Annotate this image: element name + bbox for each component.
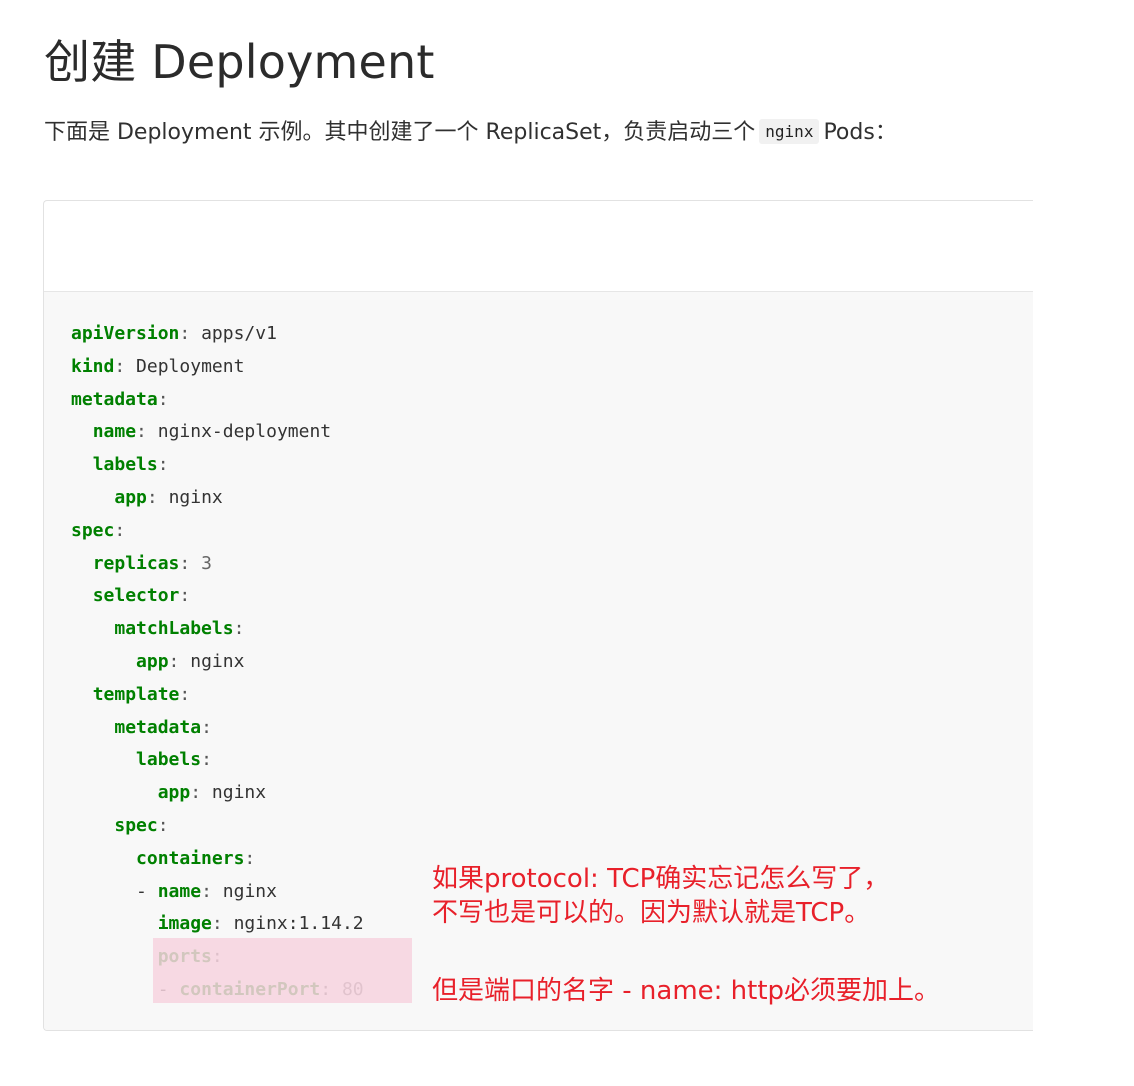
intro-text-before: 下面是 Deployment 示例。其中创建了一个 ReplicaSet，负责启…	[44, 120, 756, 145]
code-line: matchLabels:	[71, 613, 364, 646]
yaml-colon: :	[201, 749, 212, 771]
yaml-colon: :	[211, 913, 223, 935]
yaml-key: name	[92, 421, 137, 443]
code-line: kind: Deployment	[71, 351, 364, 384]
yaml-colon: :	[179, 683, 191, 705]
code-line: labels:	[71, 744, 364, 777]
yaml-key: labels	[92, 454, 158, 476]
yaml-key: labels	[136, 749, 202, 771]
code-line: containers:	[71, 843, 364, 876]
code-line: spec:	[71, 515, 364, 548]
code-line: template:	[71, 679, 364, 712]
annotation-line-3: 但是端口的名字 - name: http必须要加上。	[432, 976, 941, 1006]
yaml-key: app	[114, 486, 147, 508]
yaml-colon: :	[179, 552, 191, 574]
yaml-colon: :	[168, 650, 180, 672]
yaml-colon: :	[157, 814, 169, 836]
yaml-colon: :	[157, 454, 169, 476]
annotation-line-1: 如果protocol: TCP确实忘记怎么写了，	[432, 864, 890, 894]
yaml-key: apiVersion	[71, 323, 180, 344]
yaml-code: apiVersion: apps/v1 kind: Deployment metad…	[71, 318, 364, 1007]
yaml-key: app	[136, 650, 169, 672]
code-line: spec:	[71, 810, 364, 843]
yaml-key: name	[157, 880, 202, 902]
code-line: labels:	[71, 449, 364, 482]
yaml-colon: :	[114, 519, 126, 541]
code-line: metadata:	[71, 384, 364, 417]
yaml-value: nginx	[190, 650, 245, 672]
code-line: app: nginx	[71, 646, 364, 679]
yaml-value: apps/v1	[201, 323, 277, 344]
yaml-value: nginx	[222, 880, 277, 902]
yaml-key: metadata	[71, 388, 158, 410]
yaml-colon: :	[179, 585, 191, 607]
yaml-key: template	[92, 683, 180, 705]
yaml-colon: :	[201, 880, 212, 902]
yaml-list-dash: -	[136, 880, 158, 902]
yaml-colon: :	[146, 486, 158, 508]
inline-code-nginx: nginx	[759, 119, 820, 144]
yaml-key: selector	[92, 585, 180, 607]
annotation-line-2: 不写也是可以的。因为默认就是TCP。	[432, 898, 871, 928]
yaml-key: matchLabels	[114, 618, 234, 640]
intro-text-after: Pods：	[823, 120, 897, 145]
code-line: replicas: 3	[71, 548, 364, 581]
yaml-colon: :	[233, 618, 245, 640]
yaml-value: nginx	[168, 486, 223, 508]
code-line: app: nginx	[71, 777, 364, 810]
yaml-value: nginx	[211, 782, 267, 804]
yaml-key: metadata	[114, 716, 202, 738]
code-line: apiVersion: apps/v1	[71, 318, 364, 351]
yaml-key: image	[157, 913, 212, 935]
code-line: metadata:	[71, 712, 364, 745]
yaml-key: replicas	[92, 552, 180, 574]
code-line: app: nginx	[71, 482, 364, 515]
code-line: image: nginx:1.14.2	[71, 908, 364, 941]
code-line: - name: nginx	[71, 876, 364, 909]
yaml-key: containers	[136, 847, 245, 869]
intro-paragraph: 下面是 Deployment 示例。其中创建了一个 ReplicaSet，负责启…	[44, 116, 897, 149]
yaml-value: Deployment	[136, 355, 245, 377]
yaml-colon: :	[190, 782, 202, 804]
yaml-colon: :	[114, 355, 126, 377]
yaml-colon: :	[201, 716, 212, 738]
yaml-key: kind	[71, 355, 115, 377]
code-line: name: nginx-deployment	[71, 416, 364, 449]
yaml-value: nginx-deployment	[157, 421, 332, 443]
page-title: 创建 Deployment	[44, 35, 435, 89]
yaml-value: 3	[201, 552, 212, 574]
code-line: selector:	[71, 580, 364, 613]
yaml-colon: :	[157, 388, 169, 410]
yaml-colon: :	[244, 847, 256, 869]
yaml-colon: :	[136, 421, 147, 443]
yaml-colon: :	[179, 323, 191, 344]
yaml-key: spec	[71, 519, 115, 541]
yaml-key: app	[157, 782, 191, 804]
yaml-value: nginx:1.14.2	[233, 913, 364, 935]
ports-highlight	[153, 938, 412, 1003]
yaml-key: spec	[114, 814, 158, 836]
